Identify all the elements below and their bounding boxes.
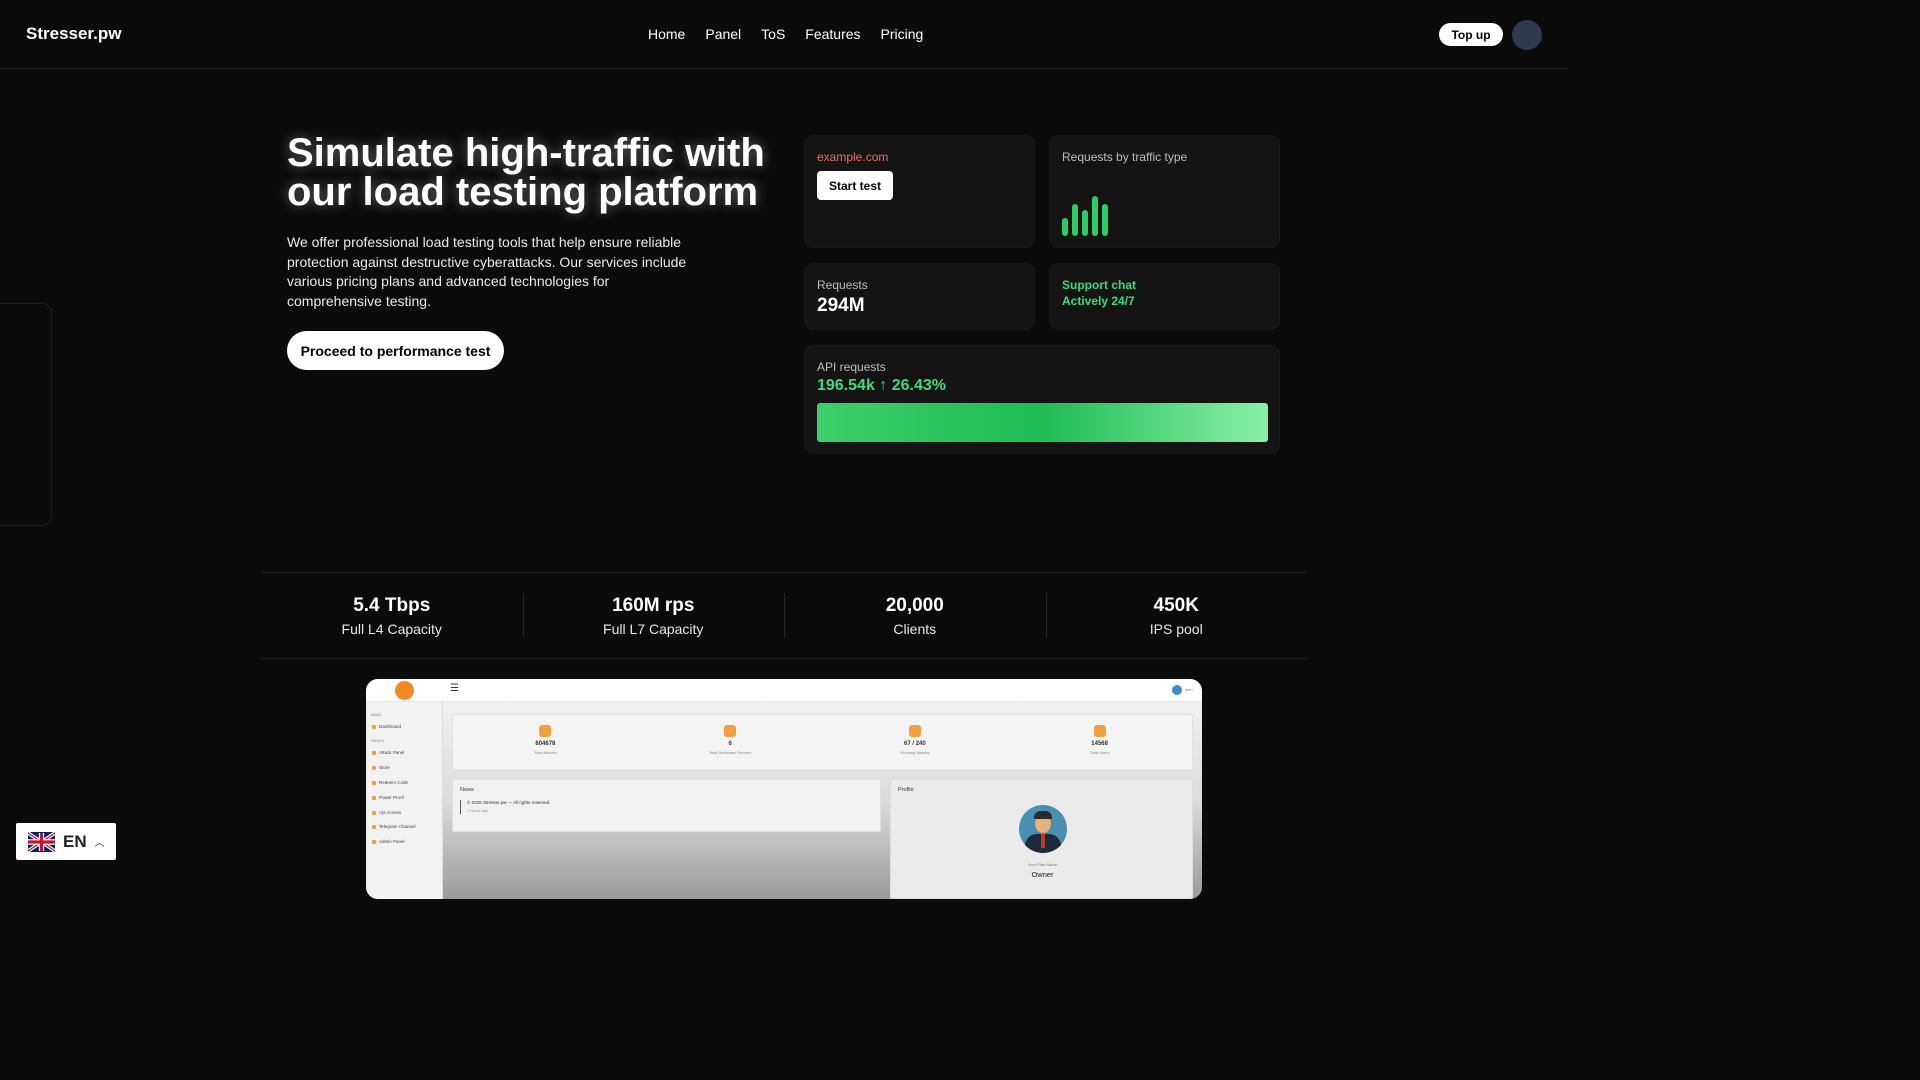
stat-value: 450K [1153,595,1199,616]
preview-news-time: 1 hours ago [467,808,489,813]
api-requests-value: 196.54k ↑ 26.43% [817,377,946,394]
dashboard-icon [372,724,376,729]
stat-label: Clients [893,621,937,637]
preview-user-name: john [1185,687,1193,692]
api-requests-label: API requests [817,360,886,374]
preview-stats: 604678 Total Attacks 6 Total Dedicated Ser… [452,714,1193,770]
profile-avatar-icon [1019,805,1067,853]
nav-panel[interactable]: Panel [705,26,741,42]
stat-label: Full L7 Capacity [603,621,704,637]
preview-sidebar-item: Api Access [372,810,401,815]
stats-strip: 5.4 Tbps Full L4 Capacity 160M rps Full … [261,572,1307,659]
stat-value: 20,000 [885,595,944,616]
hero-title: Simulate high-traffic with our load test… [287,131,765,214]
support-chat-title: Support chat [1062,278,1136,292]
stat-value: 160M rps [612,595,695,616]
proceed-button[interactable]: Proceed to performance test [287,331,504,370]
site-header: Stresser.pw Home Panel ToS Features Pric… [0,0,1568,69]
store-icon [372,765,376,770]
language-switcher[interactable]: EN ︿ [16,823,116,860]
users-icon [1093,725,1106,737]
nav-pricing[interactable]: Pricing [881,26,924,42]
support-availability: Actively 24/7 [1062,294,1135,308]
preview-profile-name: Your Plan Name [1028,862,1057,867]
traffic-bar [1092,196,1098,236]
server-icon [724,725,737,737]
preview-sidebar-item: Attack Panel [372,750,404,755]
traffic-bar [1082,210,1088,236]
admin-icon [372,839,376,844]
traffic-bar [1072,204,1078,236]
target-card: example.com Start test [804,135,1035,248]
preview-sidebar: MAIN Dashboard PAGES Attack Panel Store … [366,702,443,899]
chevron-up-icon: ︿ [94,838,105,849]
news-timeline-line [460,800,461,814]
requests-label: Requests [817,278,868,292]
preview-stat: 14568 Total Users [1007,715,1192,769]
traffic-type-card: Requests by traffic type [1049,135,1280,248]
preview-news-item: © 2026 Stresser.pw — All rights reserved… [467,800,551,805]
traffic-bar [1102,204,1108,236]
top-up-button[interactable]: Top up [1439,23,1503,46]
stat-l7: 160M rps Full L7 Capacity [522,573,785,658]
preview-news: News © 2026 Stresser.pw — All rights res… [452,779,881,832]
spinner-icon [908,725,921,737]
stat-clients: 20,000 Clients [784,573,1046,658]
stat-label: Full L4 Capacity [341,621,442,637]
stat-l4: 5.4 Tbps Full L4 Capacity [261,573,523,658]
traffic-bar-chart [1062,196,1122,236]
preview-sidebar-item: Power Proof [372,795,404,800]
preview-sidebar-item: Dashboard [372,724,401,729]
nav-home[interactable]: Home [648,26,685,42]
decorative-frame [0,303,52,526]
preview-stat: 67 / 240 Running Attacks [823,715,1008,769]
preview-stat: 604678 Total Attacks [453,715,638,769]
support-card: Support chat Actively 24/7 [1049,263,1280,330]
requests-card: Requests 294M [804,263,1035,330]
stat-value: 5.4 Tbps [353,595,431,616]
preview-section-main: MAIN [371,712,381,717]
nav-tos[interactable]: ToS [761,26,785,42]
preview-section-pages: PAGES [371,738,385,743]
uk-flag-icon [28,831,55,852]
preview-profile: Profile Your Plan Name Owner [890,779,1193,899]
redeem-icon [372,780,376,785]
preview-logo-icon [395,681,414,700]
traffic-bar [1062,218,1068,236]
dashboard-preview: ☰ john MAIN Dashboard PAGES Attack Panel… [366,679,1202,899]
api-requests-bar [817,403,1268,442]
preview-user-avatar [1172,685,1182,695]
user-avatar[interactable] [1512,20,1542,50]
main-nav: Home Panel ToS Features Pricing [648,26,923,42]
preview-topbar: ☰ john [366,679,1202,702]
requests-value: 294M [817,295,865,316]
nav-features[interactable]: Features [805,26,860,42]
preview-sidebar-item: Redeem Code [372,780,408,785]
rocket-icon [539,725,552,737]
preview-news-title: News [460,787,474,793]
start-test-button[interactable]: Start test [817,171,893,200]
site-logo[interactable]: Stresser.pw [26,24,121,44]
api-icon [372,810,376,815]
telegram-icon [372,824,376,829]
target-domain: example.com [817,150,889,164]
preview-sidebar-item: Admin Panel [372,839,405,844]
preview-stat: 6 Total Dedicated Servers [638,715,823,769]
hero-description: We offer professional load testing tools… [287,234,687,309]
stat-ips: 450K IPS pool [1045,573,1308,658]
attack-icon [372,750,376,755]
preview-sidebar-item: Store [372,765,390,770]
traffic-type-label: Requests by traffic type [1062,150,1188,164]
api-requests-card: API requests 196.54k ↑ 26.43% [804,345,1280,454]
preview-menu-icon: ☰ [450,683,459,694]
language-code: EN [63,831,87,851]
stat-label: IPS pool [1149,621,1203,637]
proof-icon [372,795,376,800]
preview-sidebar-item: Telegram Channel [372,824,416,829]
preview-profile-role: Owner [1031,870,1054,879]
preview-profile-title: Profile [898,787,914,793]
